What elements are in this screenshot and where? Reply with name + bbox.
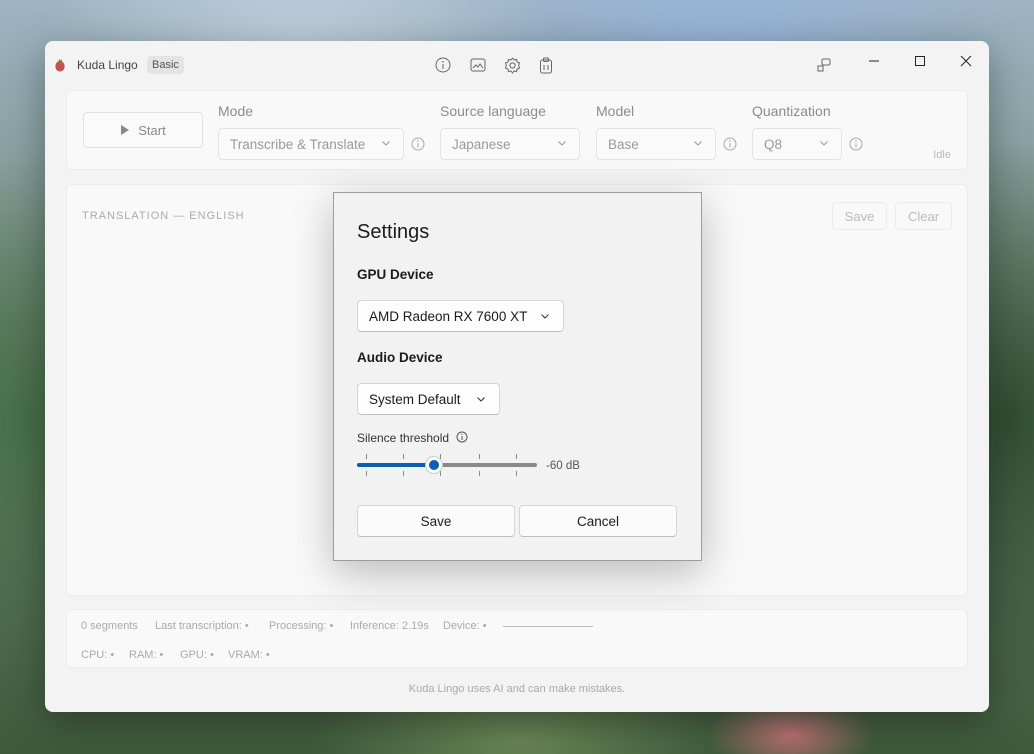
slider-tick: [403, 454, 404, 459]
source-language-select[interactable]: Japanese: [440, 128, 580, 160]
silence-threshold-label: Silence threshold: [357, 431, 468, 445]
activity-line: [503, 626, 593, 627]
audio-device-select[interactable]: System Default: [357, 383, 500, 415]
clipboard-icon[interactable]: [536, 55, 556, 75]
slider-tick: [366, 454, 367, 459]
close-button[interactable]: [950, 47, 982, 75]
slider-tick: [440, 471, 441, 476]
source-language-value: Japanese: [452, 136, 511, 152]
slider-tick: [516, 454, 517, 459]
quantization-info-icon[interactable]: [849, 137, 863, 151]
status-text: Idle: [933, 149, 951, 161]
model-select[interactable]: Base: [596, 128, 716, 160]
audio-device-label: Audio Device: [357, 350, 443, 365]
disclaimer-text: Kuda Lingo uses AI and can make mistakes…: [408, 683, 626, 695]
save-label: Save: [420, 513, 452, 529]
mode-value: Transcribe & Translate: [230, 136, 366, 152]
chevron-down-icon: [558, 141, 566, 146]
plan-badge: Basic: [147, 56, 184, 74]
segments-count: 0 segments: [81, 620, 138, 632]
mode-label: Mode: [218, 103, 254, 119]
device-stat: Device: •: [443, 620, 487, 632]
slider-tick: [516, 471, 517, 476]
save-button[interactable]: Save: [357, 505, 515, 537]
chevron-down-icon: [820, 141, 828, 146]
source-language-label: Source language: [440, 103, 546, 119]
chevron-down-icon: [541, 314, 549, 319]
slider-fill: [357, 463, 434, 467]
slider-tick: [479, 471, 480, 476]
maximize-button[interactable]: [904, 47, 936, 75]
chevron-down-icon: [694, 141, 702, 146]
slider-thumb[interactable]: [425, 456, 443, 474]
cancel-label: Cancel: [576, 513, 620, 529]
audio-device-value: System Default: [369, 391, 461, 407]
silence-info-icon[interactable]: [456, 431, 468, 443]
mode-select[interactable]: Transcribe & Translate: [218, 128, 404, 160]
chevron-down-icon: [382, 141, 390, 146]
app-title: Kuda Lingo: [77, 58, 138, 72]
app-logo-icon: [55, 59, 65, 72]
dialog-title: Settings: [357, 221, 430, 243]
mode-info-icon[interactable]: [411, 137, 425, 151]
quantization-label: Quantization: [752, 103, 831, 119]
vram-stat: VRAM: •: [228, 649, 270, 661]
minimize-button[interactable]: [858, 47, 890, 75]
inference-stat: Inference: 2.19s: [350, 620, 429, 632]
gear-icon[interactable]: [502, 55, 522, 75]
stats-panel: 0 segments Last transcription: • Process…: [66, 609, 968, 668]
last-transcription-stat: Last transcription: •: [155, 620, 249, 632]
start-button[interactable]: Start: [83, 112, 203, 148]
compact-mode-icon[interactable]: [814, 55, 834, 75]
info-icon[interactable]: [433, 55, 453, 75]
gpu-stat: GPU: •: [180, 649, 214, 661]
quantization-value: Q8: [764, 136, 783, 152]
cancel-button[interactable]: Cancel: [519, 505, 677, 537]
ram-stat: RAM: •: [129, 649, 164, 661]
silence-threshold-text: Silence threshold: [357, 431, 450, 445]
chevron-down-icon: [477, 397, 485, 402]
save-output-label: Save: [844, 208, 875, 224]
save-output-button[interactable]: Save: [832, 202, 887, 230]
silence-threshold-slider[interactable]: [357, 454, 537, 476]
slider-tick: [479, 454, 480, 459]
model-info-icon[interactable]: [723, 137, 737, 151]
clear-button[interactable]: Clear: [895, 202, 952, 230]
section-title: TRANSLATION — ENGLISH: [82, 210, 245, 222]
title-bar: Kuda Lingo Basic: [45, 41, 989, 89]
model-value: Base: [608, 136, 639, 152]
slider-tick: [403, 471, 404, 476]
slider-tick: [366, 471, 367, 476]
settings-dialog: Settings GPU Device AMD Radeon RX 7600 X…: [333, 192, 702, 561]
gpu-device-select[interactable]: AMD Radeon RX 7600 XT: [357, 300, 564, 332]
processing-stat: Processing: •: [269, 620, 334, 632]
image-icon[interactable]: [468, 55, 488, 75]
play-icon: [121, 125, 130, 135]
model-label: Model: [596, 103, 635, 119]
clear-label: Clear: [907, 208, 940, 224]
quantization-select[interactable]: Q8: [752, 128, 842, 160]
start-label: Start: [138, 122, 166, 138]
controls-card: Start Mode Transcribe & Translate Source…: [66, 90, 968, 170]
gpu-device-value: AMD Radeon RX 7600 XT: [369, 308, 528, 324]
cpu-stat: CPU: •: [81, 649, 115, 661]
gpu-device-label: GPU Device: [357, 267, 434, 282]
silence-threshold-value: -60 dB: [546, 460, 580, 472]
